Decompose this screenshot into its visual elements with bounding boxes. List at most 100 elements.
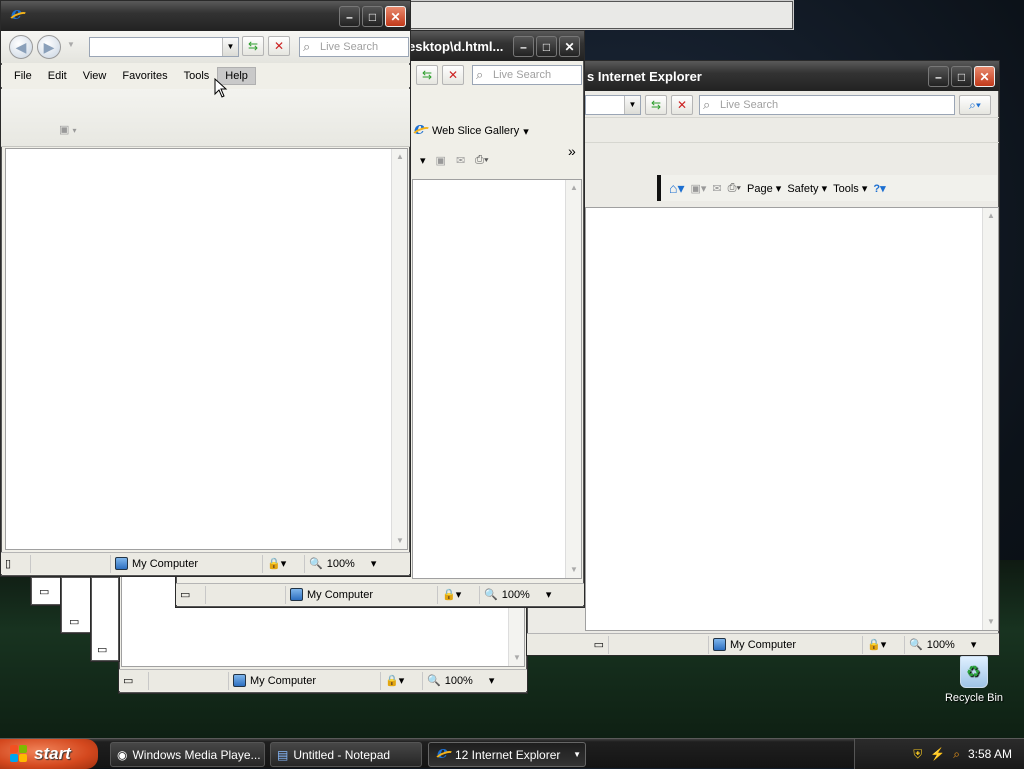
middle-toolbar-chevron[interactable]: » [568, 143, 576, 159]
back-button[interactable]: ◀ [9, 35, 33, 59]
search-icon: ⌕ [476, 67, 484, 82]
menu-favorites[interactable]: Favorites [114, 67, 175, 85]
front-progress-cell: ▯ [1, 554, 31, 573]
front-title-bar[interactable]: – □ ✕ [1, 1, 410, 31]
middle-vertical-scrollbar[interactable]: ▲ ▼ [565, 180, 581, 578]
recent-pages-dropdown[interactable]: ▼ [67, 40, 75, 49]
menu-file[interactable]: File [6, 67, 40, 85]
middle-stop-button[interactable]: ✕ [442, 65, 464, 85]
back-page-icon: ▭ [119, 671, 149, 690]
feeds-icon[interactable]: ▣ ▾ [59, 123, 76, 136]
feeds-icon[interactable]: ▣ [436, 154, 446, 167]
ie-window-right[interactable]: s Internet Explorer – □ ✕ ▼ ⇆ ✕ ⌕ Live S… [526, 60, 1000, 656]
right-search-input[interactable]: ⌕ Live Search [699, 95, 955, 115]
safety-menu-label: Safety [787, 182, 819, 195]
right-tools-menu[interactable]: Tools ▾ [833, 182, 867, 195]
right-stop-button[interactable]: ✕ [671, 95, 693, 115]
clock[interactable]: 3:58 AM [968, 747, 1012, 761]
start-button[interactable]: start [0, 739, 98, 769]
middle-status-bar: ▭ My Computer 🔒▾ 🔍 100% ▾ [176, 583, 584, 605]
front-vertical-scrollbar[interactable]: ▲ ▼ [391, 149, 407, 549]
chevron-down-icon[interactable]: ▼ [222, 38, 238, 56]
middle-minimize-button[interactable]: – [513, 36, 534, 57]
middle-content-area: ▲ ▼ [412, 179, 582, 579]
front-close-button[interactable]: ✕ [385, 6, 406, 27]
task-media-player[interactable]: ◉ Windows Media Playe... [110, 742, 265, 767]
front-minimize-button[interactable]: – [339, 6, 360, 27]
recycle-bin-label: Recycle Bin [944, 692, 1004, 704]
middle-favorites-link[interactable]: Web Slice Gallery ▾ [412, 119, 529, 139]
front-stop-button[interactable]: ✕ [268, 36, 290, 56]
ie-window-front[interactable]: – □ ✕ ◀ ▶ ▼ ▼ ⇆ ✕ ⌕ Live Search File Edi… [0, 0, 411, 577]
right-page-menu[interactable]: Page ▾ [747, 182, 781, 195]
back-zoom-control[interactable]: 🔍 100% ▾ [423, 672, 513, 690]
cascade-window-stub-3[interactable]: ▭ [90, 576, 120, 662]
cascade-window-stub-2[interactable]: ▭ [60, 576, 92, 634]
stub-page-icon: ▭ [39, 586, 50, 598]
middle-search-input[interactable]: ⌕ Live Search [472, 65, 582, 85]
back-zoom-label: 100% [444, 674, 473, 687]
right-status-bar: ▭ My Computer 🔒▾ 🔍 100% ▾ [527, 633, 999, 655]
right-content-area: ▲ ▼ [585, 207, 999, 631]
task-notepad-label: Untitled - Notepad [293, 747, 391, 762]
chevron-down-icon[interactable]: ▼ [624, 96, 640, 114]
ie-icon [435, 743, 451, 763]
right-vertical-scrollbar[interactable]: ▲ ▼ [982, 208, 998, 630]
network-icon[interactable]: ⚡ [930, 747, 945, 761]
media-player-icon: ◉ [117, 747, 128, 762]
front-menu-bar: File Edit View Favorites Tools Help [1, 65, 410, 87]
front-address-bar[interactable]: ▼ [89, 37, 239, 57]
home-icon[interactable]: ⌂▾ [669, 180, 684, 197]
right-refresh-button[interactable]: ⇆ [645, 95, 667, 115]
back-computer-icon [233, 674, 246, 687]
ie-icon [412, 119, 428, 139]
middle-refresh-button[interactable]: ⇆ [416, 65, 438, 85]
front-command-bar: ▣ ▾ [1, 89, 410, 147]
background-window-top[interactable] [408, 0, 794, 30]
cascade-window-stub-1[interactable]: ▭ [30, 576, 62, 606]
menu-view[interactable]: View [75, 67, 115, 85]
middle-maximize-button[interactable]: □ [536, 36, 557, 57]
front-refresh-button[interactable]: ⇆ [242, 36, 264, 56]
security-shield-icon[interactable]: ⛨ [913, 747, 922, 762]
right-maximize-button[interactable]: □ [951, 66, 972, 87]
front-maximize-button[interactable]: □ [362, 6, 383, 27]
print-icon[interactable]: ⎙▾ [475, 154, 488, 167]
menu-tools[interactable]: Tools [176, 67, 218, 85]
stub-page-icon: ▭ [69, 616, 80, 628]
right-close-button[interactable]: ✕ [974, 66, 995, 87]
right-search-go-button[interactable]: ⌕▾ [959, 95, 991, 115]
back-protected-mode-icon[interactable]: 🔒▾ [381, 671, 423, 690]
front-search-input[interactable]: ⌕ Live Search [299, 37, 409, 57]
help-icon[interactable]: ?▾ [873, 182, 885, 195]
search-icon[interactable]: ⌕ [953, 747, 960, 762]
recycle-bin-desktop-icon[interactable]: Recycle Bin [944, 656, 1004, 704]
middle-close-button[interactable]: ✕ [559, 36, 580, 57]
forward-button[interactable]: ▶ [37, 35, 61, 59]
feeds-icon[interactable]: ▣▾ [690, 182, 706, 195]
right-zone-label: My Computer [730, 638, 797, 651]
right-title-bar[interactable]: s Internet Explorer – □ ✕ [527, 61, 999, 91]
tools-menu-label: Tools [833, 182, 859, 195]
middle-zone-label: My Computer [307, 588, 374, 601]
task-notepad[interactable]: ▤ Untitled - Notepad [270, 742, 422, 767]
back-status-bar: ▭ My Computer 🔒▾ 🔍 100% ▾ [119, 669, 527, 691]
task-internet-explorer-group[interactable]: 12 Internet Explorer ▼ [428, 742, 586, 767]
chevron-down-icon[interactable]: ▾ [420, 154, 426, 167]
print-icon[interactable]: ⎙▾ [728, 182, 741, 195]
menu-edit[interactable]: Edit [40, 67, 75, 85]
right-address-bar[interactable]: ▼ [585, 95, 641, 115]
front-zoom-control[interactable]: 🔍 100% ▾ [305, 555, 395, 573]
right-command-bar: ⌂▾ ▣▾ ✉ ⎙▾ Page ▾ Safety ▾ Tools ▾ ?▾ [657, 175, 997, 201]
front-search-placeholder: Live Search [320, 41, 379, 53]
middle-zoom-control[interactable]: 🔍 100% ▾ [480, 586, 570, 604]
front-protected-mode-icon[interactable]: 🔒▾ [263, 554, 305, 573]
mail-icon[interactable]: ✉ [712, 182, 721, 195]
middle-protected-mode-icon[interactable]: 🔒▾ [438, 585, 480, 604]
right-minimize-button[interactable]: – [928, 66, 949, 87]
right-protected-mode-icon[interactable]: 🔒▾ [863, 635, 905, 654]
right-zoom-control[interactable]: 🔍 100% ▾ [905, 636, 995, 654]
right-safety-menu[interactable]: Safety ▾ [787, 182, 827, 195]
mail-icon[interactable]: ✉ [456, 154, 465, 167]
chevron-down-icon: ▼ [573, 750, 581, 759]
